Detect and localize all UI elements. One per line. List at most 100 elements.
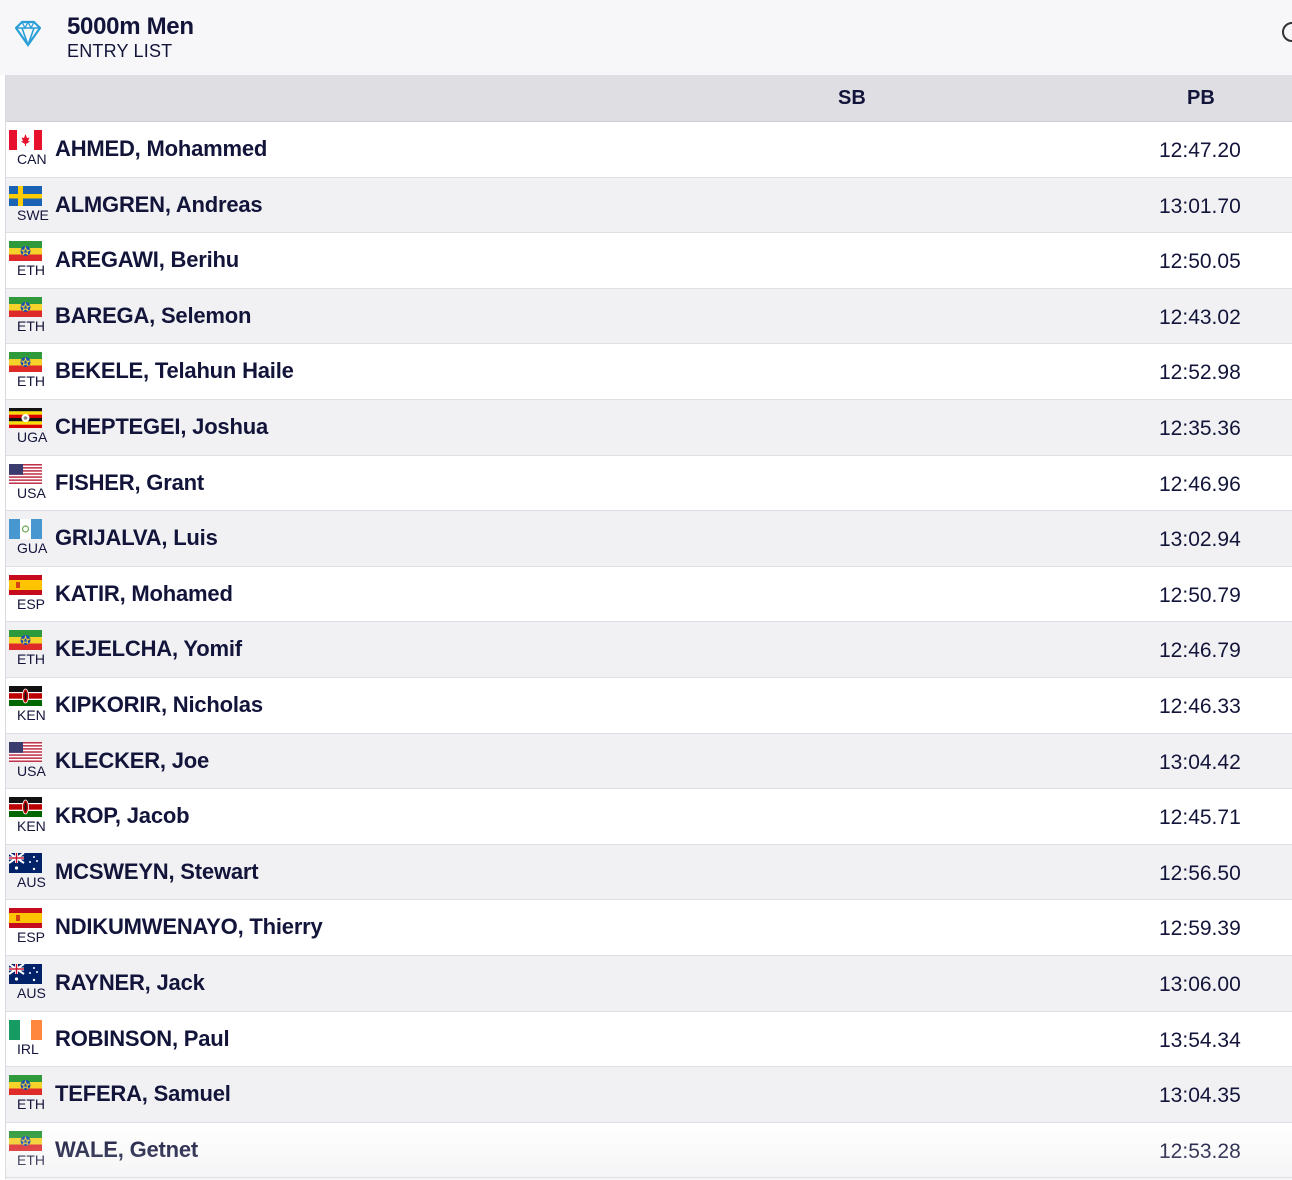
flag-eth-icon	[9, 630, 42, 651]
personal-best: 12:43.02	[1159, 305, 1241, 329]
country-code: CAN	[17, 151, 47, 167]
flag-usa-icon	[9, 741, 42, 762]
athlete-name[interactable]: AREGAWI, Berihu	[55, 247, 239, 273]
partial-circle-icon[interactable]	[1282, 22, 1292, 42]
table-body: CAN AHMED, Mohammed 12:47.20 SWE ALMGREN, An…	[6, 122, 1292, 1179]
country-code: ETH	[17, 1151, 45, 1168]
table-row[interactable]: CAN AHMED, Mohammed 12:47.20	[6, 122, 1292, 178]
athlete-name[interactable]: NDIKUMWENAYO, Thierry	[55, 914, 323, 940]
country-code: AUS	[17, 873, 46, 890]
athlete-name[interactable]: KEJELCHA, Yomif	[55, 636, 242, 662]
flag-gua-icon	[9, 519, 42, 540]
personal-best: 12:47.20	[1159, 139, 1241, 162]
flag-eth-icon	[9, 1130, 42, 1151]
table-row[interactable]: KEN KROP, Jacob 12:45.71	[6, 789, 1292, 845]
personal-best: 12:35.36	[1159, 416, 1241, 440]
athlete-name[interactable]: TEFERA, Samuel	[55, 1081, 231, 1107]
table-row[interactable]: USA FISHER, Grant 12:46.96	[6, 455, 1292, 512]
country-code: ETH	[17, 262, 45, 279]
personal-best: 13:02.94	[1159, 528, 1241, 552]
athlete-name[interactable]: WALE, Getnet	[55, 1137, 198, 1163]
flag-ken-icon	[9, 797, 42, 818]
column-header-sb[interactable]: SB	[838, 87, 866, 110]
country-code: USA	[17, 484, 46, 501]
page-title: 5000m Men	[67, 13, 194, 40]
flag-irl-icon	[9, 1019, 42, 1040]
flag-esp-icon	[9, 574, 42, 595]
athlete-name[interactable]: KROP, Jacob	[55, 803, 190, 829]
country-code: AUS	[17, 984, 46, 1001]
flag-can-icon	[9, 130, 42, 150]
athlete-name[interactable]: RAYNER, Jack	[55, 970, 205, 996]
table-row[interactable]: USA KLECKER, Joe 13:04.42	[6, 733, 1292, 790]
table-row[interactable]: SWE ALMGREN, Andreas 13:01.70	[6, 177, 1292, 234]
personal-best: 12:46.79	[1159, 639, 1241, 663]
athlete-name[interactable]: ROBINSON, Paul	[55, 1026, 230, 1052]
table-row[interactable]: UGA CHEPTEGEI, Joshua 12:35.36	[6, 399, 1292, 456]
country-code: USA	[17, 762, 46, 779]
table-row[interactable]: ETH WALE, Getnet 12:53.28	[6, 1122, 1292, 1179]
country-code: GUA	[17, 540, 48, 557]
personal-best: 12:50.79	[1159, 583, 1241, 607]
table-row[interactable]: ETH TEFERA, Samuel 13:04.35	[6, 1067, 1292, 1123]
flag-eth-icon	[9, 241, 42, 262]
table-row[interactable]: AUS MCSWEYN, Stewart 12:56.50	[6, 844, 1292, 901]
athlete-name[interactable]: KIPKORIR, Nicholas	[55, 692, 263, 718]
flag-esp-icon	[9, 908, 42, 929]
table-row[interactable]: ETH BEKELE, Telahun Haile 12:52.98	[6, 344, 1292, 400]
personal-best: 13:06.00	[1159, 972, 1241, 996]
column-header-pb[interactable]: PB	[1187, 87, 1215, 110]
flag-eth-icon	[9, 1075, 42, 1096]
table-row[interactable]: ETH AREGAWI, Berihu 12:50.05	[6, 233, 1292, 289]
country-code: KEN	[17, 818, 46, 835]
country-code: ETH	[17, 373, 45, 390]
flag-usa-icon	[9, 463, 42, 484]
athlete-name[interactable]: GRIJALVA, Luis	[55, 525, 218, 551]
table-header: SB PB	[6, 75, 1292, 122]
athlete-name[interactable]: CHEPTEGEI, Joshua	[55, 414, 268, 440]
table-row[interactable]: ESP NDIKUMWENAYO, Thierry 12:59.39	[6, 900, 1292, 956]
table-row[interactable]: KEN KIPKORIR, Nicholas 12:46.33	[6, 677, 1292, 734]
personal-best: 12:53.28	[1159, 1139, 1241, 1163]
athlete-name[interactable]: MCSWEYN, Stewart	[55, 859, 259, 885]
flag-aus-icon	[9, 852, 42, 873]
country-code: ETH	[17, 1096, 45, 1113]
entry-list-table: SB PB CAN AHMED, Mohammed 12:47.20 SWE ALMGR…	[5, 75, 1292, 1179]
country-code: ESP	[17, 929, 46, 946]
personal-best: 12:45.71	[1159, 806, 1241, 830]
personal-best: 13:04.42	[1159, 750, 1241, 774]
personal-best: 13:04.35	[1159, 1084, 1241, 1108]
page-header: 5000m Men ENTRY LIST	[0, 0, 1292, 75]
flag-aus-icon	[9, 963, 42, 984]
athlete-name[interactable]: ALMGREN, Andreas	[55, 192, 263, 218]
personal-best: 12:46.96	[1159, 472, 1241, 496]
personal-best: 13:01.70	[1159, 194, 1241, 218]
personal-best: 12:56.50	[1159, 861, 1241, 885]
flag-ken-icon	[9, 685, 42, 706]
table-row[interactable]: ETH KEJELCHA, Yomif 12:46.79	[6, 622, 1292, 678]
table-row[interactable]: IRL ROBINSON, Paul 13:54.34	[6, 1011, 1292, 1068]
country-code: ETH	[17, 651, 45, 668]
athlete-name[interactable]: FISHER, Grant	[55, 470, 204, 496]
flag-uga-icon	[9, 407, 42, 428]
table-row[interactable]: AUS RAYNER, Jack 13:06.00	[6, 955, 1292, 1012]
country-code: IRL	[17, 1040, 39, 1057]
personal-best: 12:50.05	[1159, 250, 1241, 274]
flag-eth-icon	[9, 296, 42, 317]
page-subtitle: ENTRY LIST	[67, 41, 173, 61]
personal-best: 12:46.33	[1159, 694, 1241, 718]
flag-swe-icon	[9, 185, 42, 206]
table-row[interactable]: GUA GRIJALVA, Luis 13:02.94	[6, 511, 1292, 567]
athlete-name[interactable]: BEKELE, Telahun Haile	[55, 358, 294, 384]
athlete-name[interactable]: BAREGA, Selemon	[55, 303, 251, 329]
table-row[interactable]: ESP KATIR, Mohamed 12:50.79	[6, 566, 1292, 623]
flag-eth-icon	[9, 352, 42, 373]
athlete-name[interactable]: KATIR, Mohamed	[55, 581, 233, 607]
table-row[interactable]: ETH BAREGA, Selemon 12:43.02	[6, 288, 1292, 345]
athlete-name[interactable]: KLECKER, Joe	[55, 748, 209, 774]
country-code: SWE	[17, 206, 49, 223]
country-code: ETH	[17, 317, 45, 334]
country-code: KEN	[17, 706, 46, 723]
personal-best: 12:59.39	[1159, 917, 1241, 941]
athlete-name[interactable]: AHMED, Mohammed	[55, 136, 267, 162]
